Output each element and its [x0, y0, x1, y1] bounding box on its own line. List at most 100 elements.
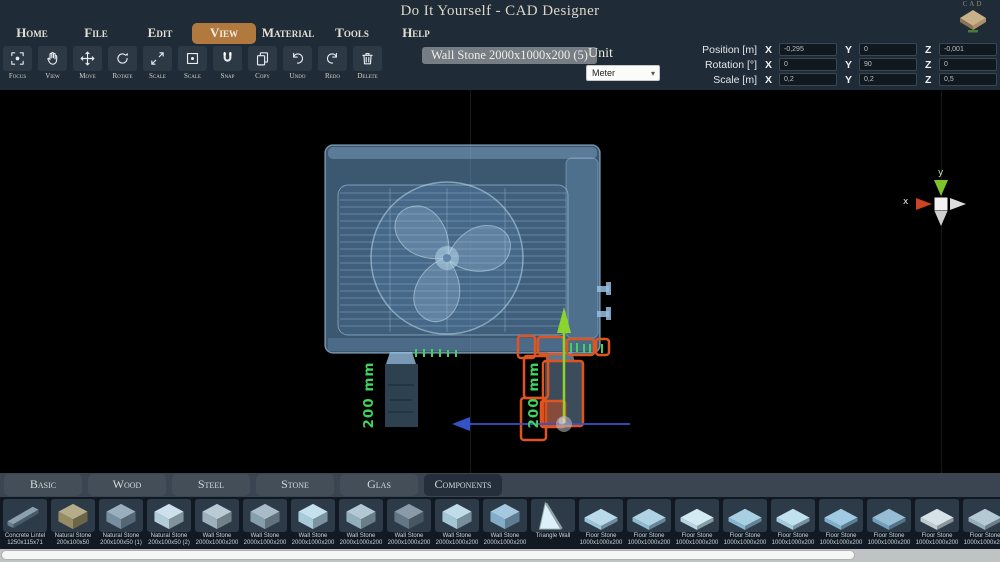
palette-item[interactable]: Natural Stone200x100x50 (1) [98, 499, 144, 547]
tab-components[interactable]: Components [424, 474, 502, 496]
scale-x-input[interactable] [779, 73, 837, 86]
tab-basic[interactable]: Basic [4, 474, 82, 496]
palette-item-dims: 2000x1000x200 [386, 540, 432, 547]
tab-wood[interactable]: Wood [88, 474, 166, 496]
snap-button[interactable]: Snap [212, 46, 243, 80]
palette-item[interactable]: Floor Stone1000x1000x200 [962, 499, 1000, 547]
scale-button[interactable]: Scale [142, 46, 173, 80]
palette-item-dims: 1000x1000x200 [578, 540, 624, 547]
palette-item-name: Floor Stone [722, 533, 768, 540]
rotation-x-input[interactable] [779, 58, 837, 71]
snap-icon [213, 46, 242, 71]
palette-item[interactable]: Floor Stone1000x1000x200 [722, 499, 768, 547]
menu-item-view[interactable]: View [192, 23, 256, 44]
palette-item-name: Natural Stone [50, 533, 96, 540]
palette-item-dims: 1000x1000x200 [770, 540, 816, 547]
axis-label-x: X [765, 59, 779, 71]
floor-thumbnail-icon [915, 499, 959, 532]
block-thumbnail-icon [435, 499, 479, 532]
palette-item[interactable]: Triangle Wall [530, 499, 576, 547]
position-y-input[interactable] [859, 43, 917, 56]
palette-item-dims: 1250x115x71 [2, 540, 48, 547]
gizmo-center-cube[interactable] [935, 198, 948, 211]
gizmo-x-cone[interactable] [916, 198, 932, 210]
menu-item-material[interactable]: Material [256, 23, 320, 44]
gizmo-right-cone[interactable] [950, 198, 966, 210]
scale-z-input[interactable] [939, 73, 997, 86]
gizmo-y-axis-label: y [938, 168, 943, 178]
toolbar-button-label: Scale [177, 72, 208, 80]
palette-item[interactable]: Floor Stone1000x1000x200 [914, 499, 960, 547]
palette-item[interactable]: Floor Stone1000x1000x200 [626, 499, 672, 547]
tab-steel[interactable]: Steel [172, 474, 250, 496]
palette-item[interactable]: Wall Stone2000x1000x200 [290, 499, 336, 547]
toolbar-button-label: Copy [247, 72, 278, 80]
palette-item[interactable]: Natural Stone200x100x50 (2) [146, 499, 192, 547]
palette-item[interactable]: Floor Stone1000x1000x200 [770, 499, 816, 547]
palette-scrollbar[interactable] [0, 549, 1000, 562]
scale-button[interactable]: Scale [177, 46, 208, 80]
floor-thumbnail-icon [675, 499, 719, 532]
palette-item[interactable]: Wall Stone2000x1000x200 [482, 499, 528, 547]
palette-item-dims: 2000x1000x200 [482, 540, 528, 547]
undo-button[interactable]: Undo [282, 46, 313, 80]
viewport-3d[interactable]: 200 mm 200 mm y x [0, 90, 1000, 473]
delete-button[interactable]: Delete [352, 46, 383, 80]
palette-item[interactable]: Wall Stone2000x1000x200 [386, 499, 432, 547]
axis-label-z: Z [925, 44, 939, 56]
tab-glas[interactable]: Glas [340, 474, 418, 496]
menu-bar: HomeFileEditViewMaterialToolsHelp [0, 23, 448, 44]
redo-button[interactable]: Redo [317, 46, 348, 80]
gizmo-origin-handle[interactable] [556, 416, 572, 432]
rotation-y-input[interactable] [859, 58, 917, 71]
palette-item[interactable]: Floor Stone1000x1000x200 [674, 499, 720, 547]
app-logo-text: CAD [950, 0, 996, 8]
floor-thumbnail-icon [771, 499, 815, 532]
menu-item-edit[interactable]: Edit [128, 23, 192, 44]
palette-item-dims: 200x100x50 (1) [98, 540, 144, 547]
menu-item-file[interactable]: File [64, 23, 128, 44]
palette-item[interactable]: Floor Stone1000x1000x200 [578, 499, 624, 547]
measurement-label: 200 mm [526, 352, 542, 438]
palette-item[interactable]: Natural Stone200x100x50 [50, 499, 96, 547]
orientation-gizmo[interactable]: y x [899, 168, 983, 240]
palette-item[interactable]: Wall Stone2000x1000x200 [338, 499, 384, 547]
palette-item[interactable]: Concrete Lintel1250x115x71 [2, 499, 48, 547]
position-x-input[interactable] [779, 43, 837, 56]
palette-item-name: Natural Stone [98, 533, 144, 540]
redo-icon [318, 46, 347, 71]
palette-item-name: Floor Stone [626, 533, 672, 540]
menu-item-tools[interactable]: Tools [320, 23, 384, 44]
rotation-z-input[interactable] [939, 58, 997, 71]
move-icon [73, 46, 102, 71]
scale-y-input[interactable] [859, 73, 917, 86]
palette-item[interactable]: Floor Stone1000x1000x200 [866, 499, 912, 547]
block-thumbnail-icon [387, 499, 431, 532]
tab-stone[interactable]: Stone [256, 474, 334, 496]
scale-icon [143, 46, 172, 71]
copy-button[interactable]: Copy [247, 46, 278, 80]
position-z-input[interactable] [939, 43, 997, 56]
focus-icon [3, 46, 32, 71]
palette-item[interactable]: Wall Stone2000x1000x200 [194, 499, 240, 547]
scrollbar-thumb[interactable] [1, 550, 855, 560]
focus-button[interactable]: Focus [2, 46, 33, 80]
move-button[interactable]: Move [72, 46, 103, 80]
rotate-button[interactable]: Rotate [107, 46, 138, 80]
palette-item-name: Concrete Lintel [2, 533, 48, 540]
rotate-icon [108, 46, 137, 71]
palette-item-name: Wall Stone [482, 533, 528, 540]
axis-label-z: Z [925, 59, 939, 71]
menu-item-help[interactable]: Help [384, 23, 448, 44]
palette-item[interactable]: Floor Stone1000x1000x200 [818, 499, 864, 547]
palette-item[interactable]: Wall Stone2000x1000x200 [242, 499, 288, 547]
palette-item[interactable]: Wall Stone2000x1000x200 [434, 499, 480, 547]
menu-item-home[interactable]: Home [0, 23, 64, 44]
gizmo-y-cone[interactable] [934, 180, 948, 196]
palette-item-name: Wall Stone [338, 533, 384, 540]
gizmo-bottom-cone[interactable] [935, 211, 948, 226]
transform-row-label: Rotation [°] [627, 59, 765, 71]
logo-house-icon [958, 8, 988, 34]
view-button[interactable]: View [37, 46, 68, 80]
pedestal-block[interactable] [385, 364, 418, 427]
